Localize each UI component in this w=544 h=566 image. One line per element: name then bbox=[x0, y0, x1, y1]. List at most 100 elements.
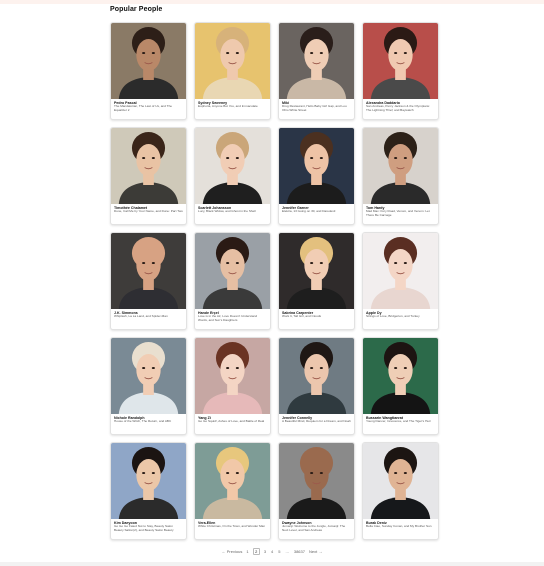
person-photo[interactable] bbox=[195, 128, 270, 204]
person-photo[interactable] bbox=[279, 23, 354, 99]
person-photo[interactable] bbox=[195, 23, 270, 99]
known-for-text: Euphoria, Anyone But You, and Immaculate bbox=[198, 105, 258, 109]
known-for-text: Bella Ciao, Sunday Conan, and My Brother… bbox=[366, 525, 432, 529]
person-photo[interactable] bbox=[363, 233, 438, 309]
bottom-bar bbox=[0, 562, 544, 566]
portrait-image bbox=[111, 233, 186, 309]
person-photo[interactable] bbox=[195, 338, 270, 414]
portrait-image bbox=[279, 443, 354, 519]
known-for-text: Drug Restaurant, Hello Baby Girl Gap, an… bbox=[282, 105, 347, 113]
portrait-image bbox=[363, 233, 438, 309]
known-for-text: Work It, Tall Girl, and Clouds bbox=[282, 315, 322, 319]
person-card[interactable]: Alexandra Daddario San Andreas, Percy Jac… bbox=[362, 22, 439, 120]
top-bar bbox=[0, 0, 544, 4]
person-card[interactable]: Sydney Sweeney Euphoria, Anyone But You, … bbox=[194, 22, 271, 120]
card-caption: Hande Erçel Love is in the Air, Love Does… bbox=[195, 309, 270, 323]
person-photo[interactable] bbox=[363, 128, 438, 204]
known-for-text: House of the Witch, The Return, and ABC bbox=[114, 420, 172, 424]
page-current[interactable]: 2 bbox=[252, 548, 260, 555]
page-link[interactable]: 38637 bbox=[293, 549, 306, 554]
person-card[interactable]: Apple Dy Strings of Love, Bridgerton, and… bbox=[362, 232, 439, 330]
known-for-text: Love is in the Air, Love Doesn't Underst… bbox=[198, 315, 258, 323]
known-for-text: Dune, Call Me by Your Name, and Dune: Pa… bbox=[114, 210, 183, 214]
portrait-image bbox=[111, 128, 186, 204]
person-card[interactable]: Jennifer Connelly A Beautiful Mind, Requi… bbox=[278, 337, 355, 435]
card-caption: Pedro Pascal The Mandalorian, The Last of… bbox=[111, 99, 186, 113]
person-photo[interactable] bbox=[363, 338, 438, 414]
person-card[interactable]: Dwayne Johnson Jumanji: Welcome to the Ju… bbox=[278, 442, 355, 540]
person-card[interactable]: Hande Erçel Love is in the Air, Love Does… bbox=[194, 232, 271, 330]
card-caption: Timothée Chalamet Dune, Call Me by Your N… bbox=[111, 204, 186, 214]
page-link[interactable]: 4 bbox=[270, 549, 274, 554]
person-photo[interactable] bbox=[279, 128, 354, 204]
person-card[interactable]: Miki Drug Restaurant, Hello Baby Girl Gap… bbox=[278, 22, 355, 120]
portrait-image bbox=[195, 338, 270, 414]
person-card[interactable]: Yang Zi Go Go Squid!, Ashes of Love, and … bbox=[194, 337, 271, 435]
person-card[interactable]: Bussarin Wangtianrat Young Dancer, Innoce… bbox=[362, 337, 439, 435]
card-caption: Sydney Sweeney Euphoria, Anyone But You, … bbox=[195, 99, 270, 109]
known-for-text: Elektra, 13 Going on 30, and Daredevil bbox=[282, 210, 336, 214]
person-photo[interactable] bbox=[111, 233, 186, 309]
person-card[interactable]: Tom Hardy Mad Max: Fury Road, Venom, and … bbox=[362, 127, 439, 225]
known-for-text: The Mandalorian, The Last of Us, and The… bbox=[114, 105, 173, 113]
person-photo[interactable] bbox=[279, 443, 354, 519]
person-photo[interactable] bbox=[111, 338, 186, 414]
person-photo[interactable] bbox=[279, 338, 354, 414]
known-for-text: San Andreas, Percy Jackson & the Olympia… bbox=[366, 105, 430, 113]
card-caption: Jennifer Garner Elektra, 13 Going on 30, … bbox=[279, 204, 354, 214]
page-link[interactable]: 5 bbox=[277, 549, 281, 554]
person-card[interactable]: Kim Daeyoon Go Go Go Fated Not to Stay, B… bbox=[110, 442, 187, 540]
person-card[interactable]: Scarlett Johansson Lucy, Black Widow, and… bbox=[194, 127, 271, 225]
known-for-text: Jumanji: Welcome to the Jungle, Jumanji:… bbox=[282, 525, 346, 533]
portrait-image bbox=[279, 338, 354, 414]
person-photo[interactable] bbox=[195, 233, 270, 309]
portrait-image bbox=[195, 233, 270, 309]
card-caption: Dwayne Johnson Jumanji: Welcome to the Ju… bbox=[279, 519, 354, 533]
card-caption: Yang Zi Go Go Squid!, Ashes of Love, and … bbox=[195, 414, 270, 424]
page-link[interactable]: 1 bbox=[245, 549, 249, 554]
person-card[interactable]: Timothée Chalamet Dune, Call Me by Your N… bbox=[110, 127, 187, 225]
person-photo[interactable] bbox=[111, 128, 186, 204]
portrait-image bbox=[279, 23, 354, 99]
portrait-image bbox=[363, 338, 438, 414]
known-for-text: Go Go Go Fated Not to Stay, Beauty Salon… bbox=[114, 525, 174, 533]
person-card[interactable]: Sabrina Carpenter Work It, Tall Girl, and… bbox=[278, 232, 355, 330]
card-caption: Nichole Randolph House of the Witch, The … bbox=[111, 414, 186, 424]
person-card[interactable]: Burak Deniz Bella Ciao, Sunday Conan, and… bbox=[362, 442, 439, 540]
people-grid: Pedro Pascal The Mandalorian, The Last of… bbox=[110, 22, 439, 540]
known-for-text: Young Dancer, Innocence, and The Tiger's… bbox=[366, 420, 431, 424]
person-card[interactable]: Jennifer Garner Elektra, 13 Going on 30, … bbox=[278, 127, 355, 225]
card-caption: Bussarin Wangtianrat Young Dancer, Innoce… bbox=[363, 414, 438, 424]
known-for-text: Go Go Squid!, Ashes of Love, and Battle … bbox=[198, 420, 265, 424]
page-title: Popular People bbox=[110, 6, 163, 13]
pagination-ellipsis: ... bbox=[285, 549, 289, 554]
card-caption: Burak Deniz Bella Ciao, Sunday Conan, and… bbox=[363, 519, 438, 529]
known-for-text: Mad Max: Fury Road, Venom, and Venom: Le… bbox=[366, 210, 430, 218]
person-photo[interactable] bbox=[195, 443, 270, 519]
card-caption: Scarlett Johansson Lucy, Black Widow, and… bbox=[195, 204, 270, 214]
portrait-image bbox=[363, 128, 438, 204]
portrait-image bbox=[363, 443, 438, 519]
page-link[interactable]: 3 bbox=[263, 549, 267, 554]
card-caption: Kim Daeyoon Go Go Go Fated Not to Stay, B… bbox=[111, 519, 186, 533]
person-card[interactable]: J.K. Simmons Whiplash, La La Land, and Sp… bbox=[110, 232, 187, 330]
person-card[interactable]: Pedro Pascal The Mandalorian, The Last of… bbox=[110, 22, 187, 120]
portrait-image bbox=[195, 443, 270, 519]
person-card[interactable]: Vera-Ellen White Christmas, On the Town, … bbox=[194, 442, 271, 540]
next-link[interactable]: Next → bbox=[309, 549, 322, 554]
card-caption: Sabrina Carpenter Work It, Tall Girl, and… bbox=[279, 309, 354, 319]
person-photo[interactable] bbox=[279, 233, 354, 309]
person-photo[interactable] bbox=[111, 443, 186, 519]
person-photo[interactable] bbox=[111, 23, 186, 99]
card-caption: Jennifer Connelly A Beautiful Mind, Requi… bbox=[279, 414, 354, 424]
card-caption: J.K. Simmons Whiplash, La La Land, and Sp… bbox=[111, 309, 186, 319]
card-caption: Alexandra Daddario San Andreas, Percy Jac… bbox=[363, 99, 438, 113]
previous-link[interactable]: ← Previous bbox=[222, 549, 243, 554]
card-caption: Miki Drug Restaurant, Hello Baby Girl Gap… bbox=[279, 99, 354, 113]
person-photo[interactable] bbox=[363, 23, 438, 99]
person-photo[interactable] bbox=[363, 443, 438, 519]
known-for-text: White Christmas, On the Town, and Wonder… bbox=[198, 525, 266, 529]
portrait-image bbox=[111, 338, 186, 414]
portrait-image bbox=[111, 23, 186, 99]
person-card[interactable]: Nichole Randolph House of the Witch, The … bbox=[110, 337, 187, 435]
